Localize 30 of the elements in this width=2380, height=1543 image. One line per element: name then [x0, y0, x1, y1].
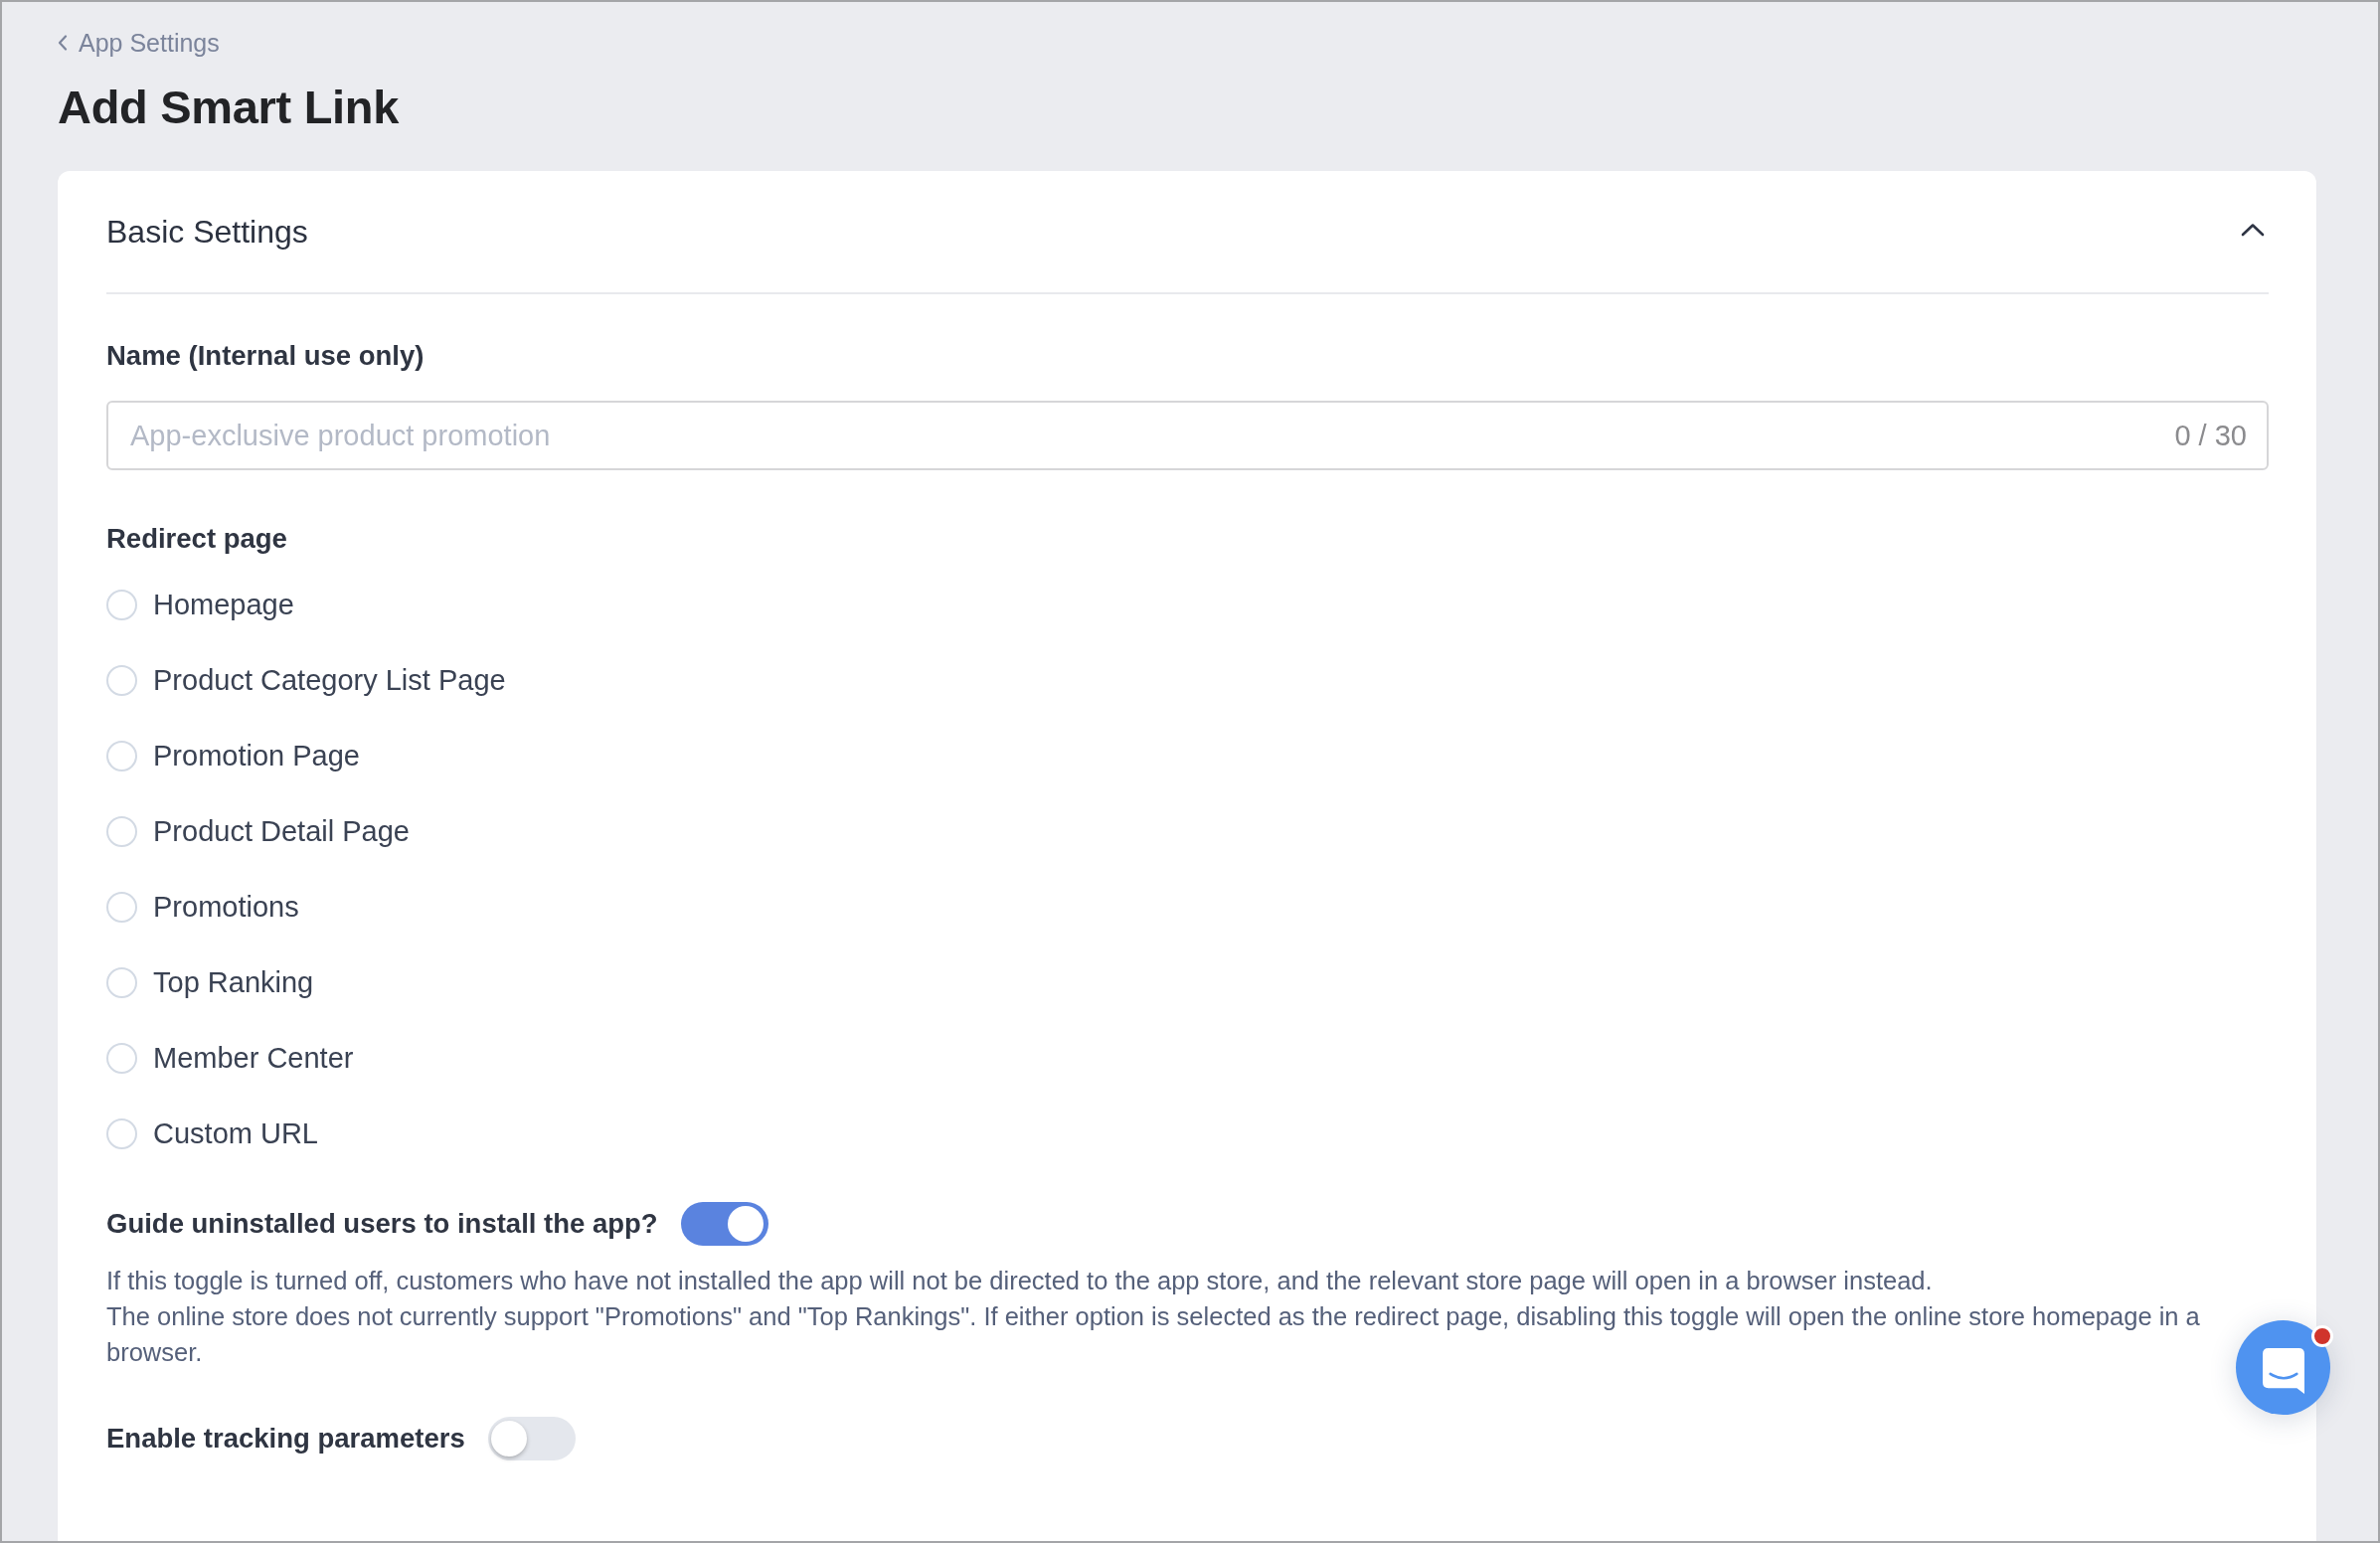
field-label: Redirect page: [106, 522, 287, 556]
radio-label[interactable]: Top Ranking: [153, 965, 314, 999]
radio-label[interactable]: Promotions: [153, 890, 299, 924]
radio-button[interactable]: [106, 740, 137, 772]
radio-button[interactable]: [106, 664, 137, 696]
help-text: If this toggle is turned off, customers who have not installed the app will not be directed to the app store, and the relevant store page will open in a browser instead.: [106, 1266, 1934, 1296]
character-counter: 0 / 30: [2174, 419, 2247, 452]
chat-bubble-icon: [2262, 1347, 2304, 1394]
radio-label[interactable]: Product Detail Page: [153, 814, 410, 848]
radio-label[interactable]: Homepage: [153, 588, 294, 621]
toggle-switch[interactable]: [680, 1202, 768, 1246]
radio-button[interactable]: [106, 1042, 137, 1074]
radio-button[interactable]: [106, 815, 137, 847]
toggle-label: Enable tracking parameters: [106, 1422, 465, 1456]
toggle-label: Guide uninstalled users to install the app?: [106, 1207, 658, 1241]
toggle-switch[interactable]: [487, 1417, 576, 1460]
chevron-left-icon: [58, 35, 68, 51]
radio-label[interactable]: Product Category List Page: [153, 663, 506, 697]
chevron-up-icon[interactable]: [2241, 222, 2265, 238]
radio-label[interactable]: Promotion Page: [153, 739, 360, 772]
section-title: Basic Settings: [106, 213, 308, 251]
radio-button[interactable]: [106, 891, 137, 923]
radio-button[interactable]: [106, 1117, 137, 1149]
field-label: Name (Internal use only): [106, 339, 425, 373]
help-text: The online store does not currently support "Promotions" and "Top Rankings". If either option is selected as the redirect page, disabling this toggle will open the online store homepage in a browser.: [106, 1301, 2201, 1368]
radio-label[interactable]: Custom URL: [153, 1116, 318, 1150]
radio-button[interactable]: [106, 589, 137, 620]
radio-label[interactable]: Member Center: [153, 1041, 354, 1075]
radio-button[interactable]: [106, 966, 137, 998]
page-title: Add Smart Link: [58, 80, 400, 135]
